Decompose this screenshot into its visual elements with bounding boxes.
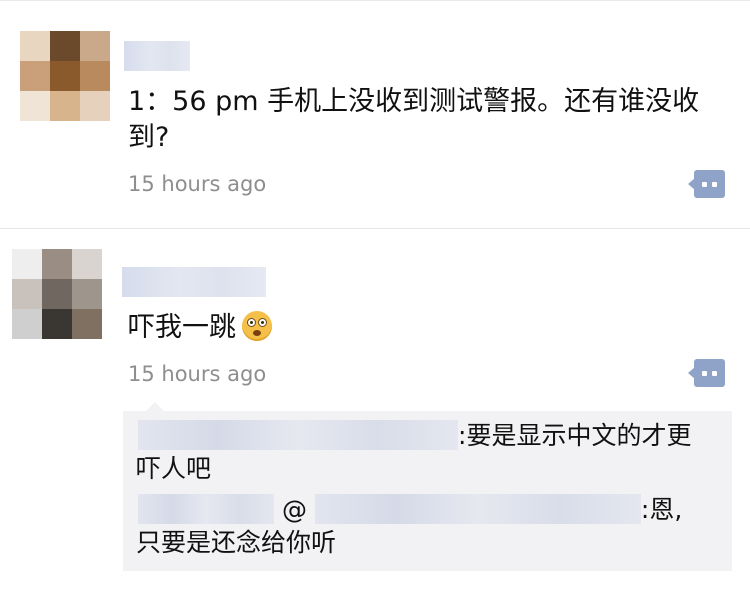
avatar-pixel <box>72 309 102 339</box>
comment-bubble-body <box>694 170 725 198</box>
avatar-pixel <box>42 309 72 339</box>
blurred-commenter-name[interactable] <box>138 494 274 524</box>
avatar-pixel <box>12 249 42 279</box>
avatar-pixel <box>50 31 80 61</box>
comment-section: :要是显示中文的才更吓人吧 @ :恩,只要是还念给你听 <box>123 402 732 571</box>
avatar-pixel <box>20 61 50 91</box>
post-timestamp: 15 hours ago <box>128 172 267 196</box>
comment-item[interactable]: @ :恩,只要是还念给你听 <box>136 493 706 559</box>
moment-post: 吓我一跳 15 hours ago :要是显示中文的才更吓人吧 @ :恩,只要是… <box>0 228 750 602</box>
avatar-pixel <box>20 91 50 121</box>
avatar-pixel <box>72 249 102 279</box>
emoji-eye <box>247 318 256 327</box>
blurred-username[interactable] <box>124 41 190 71</box>
comment-item[interactable]: :要是显示中文的才更吓人吧 <box>136 419 706 485</box>
comment-bubble-dot <box>712 182 717 187</box>
avatar-pixel <box>80 31 110 61</box>
astonished-face-emoji-icon <box>242 311 272 341</box>
comment-section-pointer <box>146 402 164 411</box>
post-timestamp: 15 hours ago <box>128 362 267 386</box>
avatar-pixel <box>42 249 72 279</box>
comment-bubble-dot <box>702 371 707 376</box>
avatar-pixel <box>42 279 72 309</box>
blurred-username[interactable] <box>122 267 266 297</box>
moment-post: 1：56 pm 手机上没收到测试警报。还有谁没收到? 15 hours ago <box>0 0 750 228</box>
avatar-pixel <box>50 91 80 121</box>
avatar-pixel <box>12 309 42 339</box>
mention-symbol: @ <box>281 495 307 524</box>
comment-bubble-body <box>694 359 725 387</box>
avatar-pixel <box>50 61 80 91</box>
avatar-pixel <box>72 279 102 309</box>
post-text: 吓我一跳 <box>128 312 236 343</box>
avatar[interactable] <box>12 249 102 339</box>
comment-bubble-dot <box>712 371 717 376</box>
avatar-pixel <box>80 61 110 91</box>
emoji-eye <box>258 318 267 327</box>
comment-bubble-icon[interactable] <box>686 359 726 387</box>
post-text-row: 吓我一跳 <box>128 310 272 346</box>
comment-bubble-icon[interactable] <box>686 170 726 198</box>
blurred-commenter-name[interactable] <box>138 420 458 450</box>
avatar-pixel <box>20 31 50 61</box>
avatar[interactable] <box>20 31 110 121</box>
post-text: 1：56 pm 手机上没收到测试警报。还有谁没收到? <box>128 86 700 153</box>
blurred-mentioned-name[interactable] <box>314 494 641 524</box>
avatar-pixel <box>12 279 42 309</box>
emoji-mouth <box>253 330 261 336</box>
avatar-pixel <box>80 91 110 121</box>
comment-bubble-dot <box>702 182 707 187</box>
